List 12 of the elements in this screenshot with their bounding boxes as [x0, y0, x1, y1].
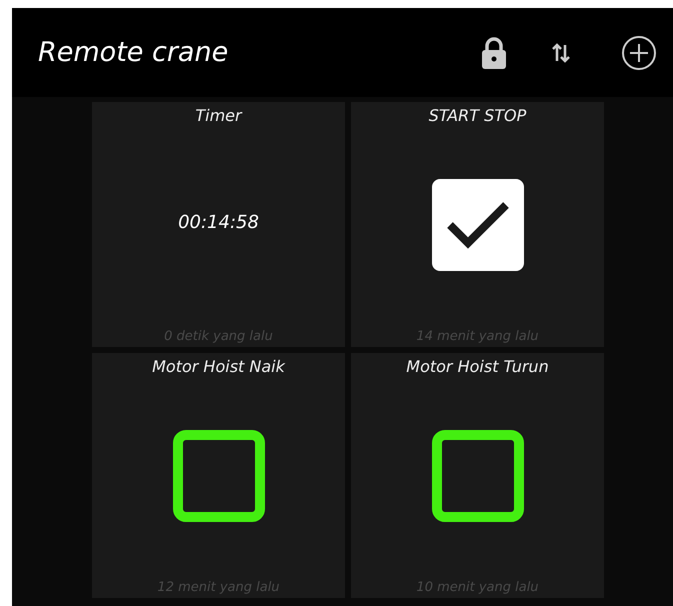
add-icon[interactable]: [621, 34, 657, 70]
checkbox[interactable]: [172, 430, 264, 522]
widget-title: Motor Hoist Turun: [406, 357, 549, 376]
widget-title: Motor Hoist Naik: [152, 357, 285, 376]
checkbox[interactable]: [432, 179, 524, 271]
widget-title: START STOP: [428, 106, 526, 125]
timer-value: 00:14:58: [178, 212, 259, 232]
lock-icon[interactable]: [481, 36, 507, 68]
checkbox[interactable]: [432, 430, 524, 522]
widget-title: Timer: [195, 106, 242, 125]
sort-arrows-icon[interactable]: [551, 40, 571, 64]
app-title: Remote crane: [38, 37, 230, 68]
